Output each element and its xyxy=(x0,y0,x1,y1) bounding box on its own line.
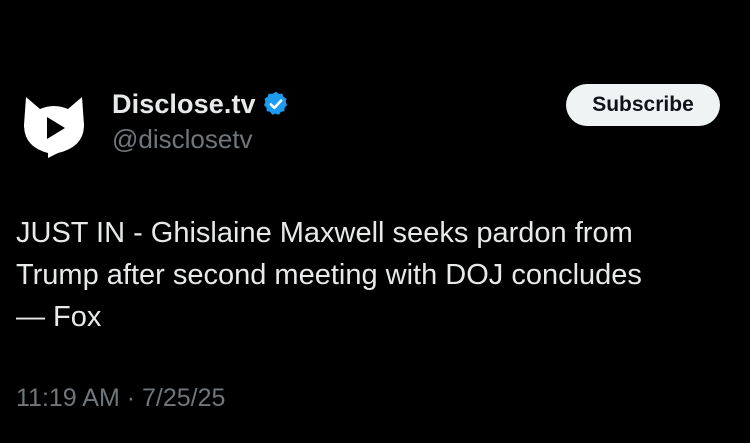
author-name-row: Disclose.tv xyxy=(112,86,290,122)
post-card: Disclose.tv @disclosetv Subscribe JUST I… xyxy=(0,0,750,443)
post-text-line: JUST IN - Ghislaine Maxwell seeks pardon… xyxy=(16,217,633,249)
verified-badge-icon[interactable] xyxy=(262,90,290,118)
post-timestamp[interactable]: 11:19 AM · 7/25/25 xyxy=(16,384,225,413)
subscribe-button[interactable]: Subscribe xyxy=(566,84,720,126)
author-display-name[interactable]: Disclose.tv xyxy=(112,89,256,120)
disclose-tv-logo-icon xyxy=(24,97,84,158)
post-text-line: — Fox xyxy=(16,301,102,333)
post-text-line: Trump after second meeting with DOJ conc… xyxy=(16,259,642,291)
post-text: JUST IN - Ghislaine Maxwell seeks pardon… xyxy=(16,212,736,338)
meta-separator: · xyxy=(119,384,142,412)
post-time: 11:19 AM xyxy=(16,384,120,412)
author-handle[interactable]: @disclosetv xyxy=(112,124,253,155)
avatar[interactable] xyxy=(18,95,90,159)
post-date: 7/25/25 xyxy=(142,384,226,412)
